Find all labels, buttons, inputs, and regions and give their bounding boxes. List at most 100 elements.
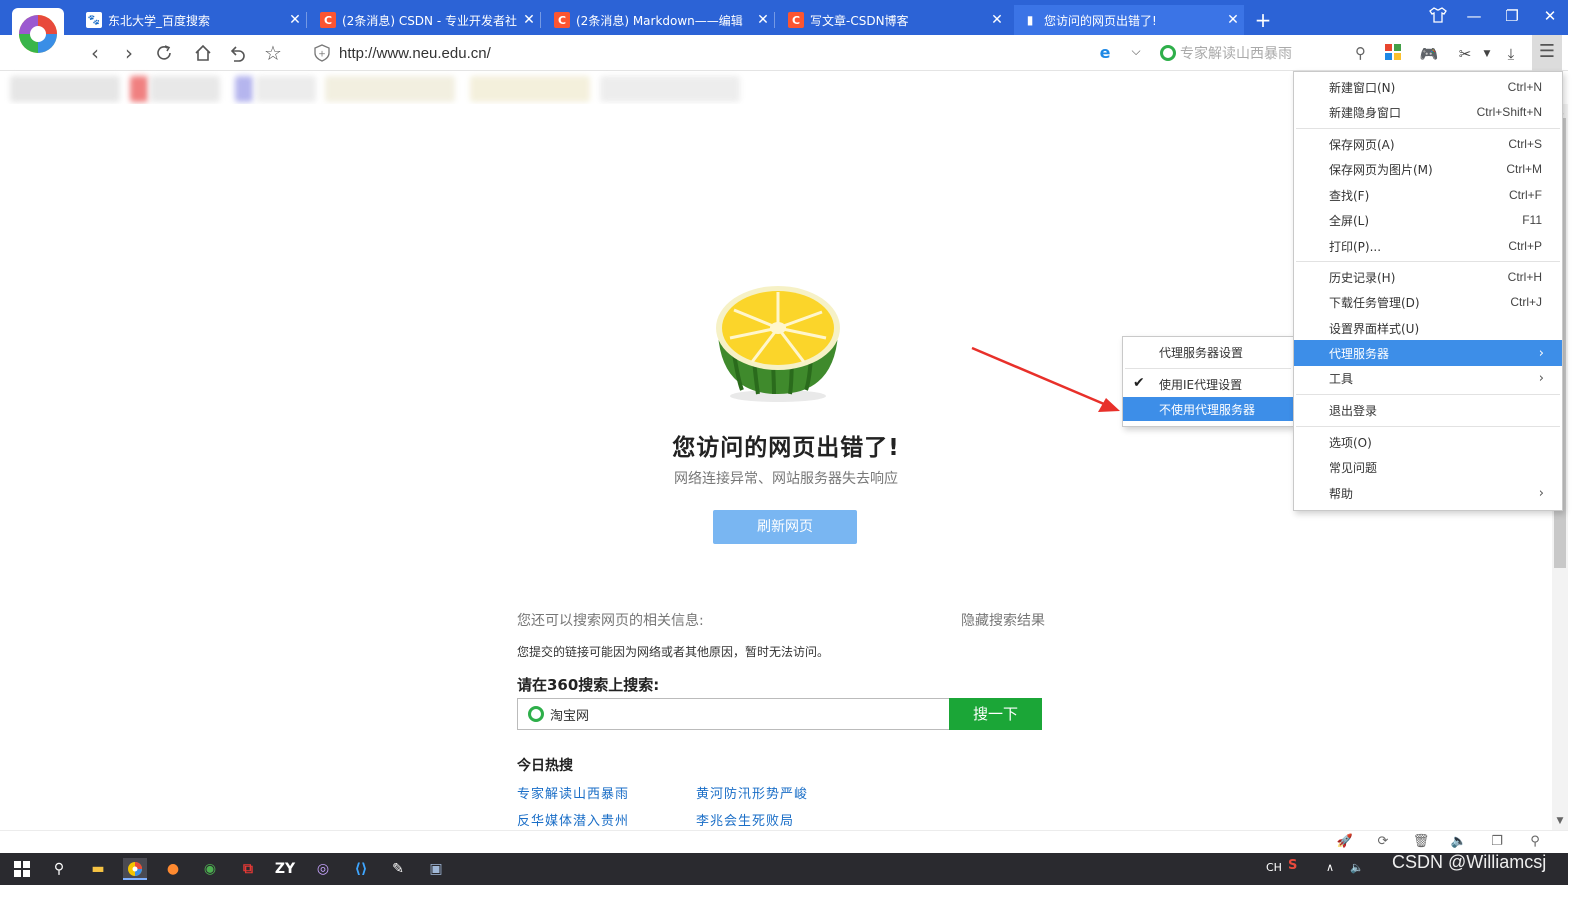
close-window-icon[interactable]: ✕	[1538, 7, 1562, 25]
menu-item-print[interactable]: 打印(P)... Ctrl+P	[1294, 233, 1562, 259]
menu-item-options[interactable]: 选项(O)	[1294, 429, 1562, 455]
search-icon[interactable]: ⚲	[47, 858, 71, 880]
scissors-icon[interactable]: ✂	[1454, 43, 1476, 65]
reload-icon[interactable]	[151, 41, 177, 65]
sogou-ime-icon[interactable]: S	[1288, 858, 1297, 873]
menu-item-new-incognito[interactable]: 新建隐身窗口 Ctrl+Shift+N	[1294, 99, 1562, 125]
windows-start-icon[interactable]	[10, 858, 34, 880]
bookmark-blurred[interactable]	[150, 76, 220, 102]
search-icon[interactable]: ⚲	[1355, 44, 1366, 62]
file-explorer-icon[interactable]: ▬	[86, 858, 110, 880]
restore-icon[interactable]: ❐	[1500, 7, 1524, 25]
forward-icon[interactable]: ›	[116, 41, 142, 65]
menu-item-downloads[interactable]: 下载任务管理(D) Ctrl+J	[1294, 289, 1562, 315]
main-menu-button[interactable]: ☰	[1532, 35, 1562, 71]
refresh-page-button[interactable]: 刷新网页	[713, 510, 857, 544]
tray-expand-icon[interactable]: ∧	[1326, 861, 1334, 874]
apps-grid-icon[interactable]	[1382, 43, 1404, 65]
search-360-value[interactable]: 淘宝网	[550, 705, 589, 724]
rocket-icon[interactable]: 🚀	[1335, 834, 1355, 852]
ie-mode-icon[interactable]: e	[1096, 44, 1114, 62]
zy-app-icon[interactable]: ZY	[273, 858, 297, 880]
menu-item-no-proxy[interactable]: 不使用代理服务器	[1123, 397, 1293, 421]
favorite-star-icon[interactable]: ☆	[260, 41, 286, 65]
undo-close-icon[interactable]	[225, 41, 251, 65]
bookmark-blurred[interactable]	[600, 76, 740, 102]
home-icon[interactable]	[190, 41, 216, 65]
trash-icon[interactable]: 🗑	[1411, 834, 1431, 852]
tab-error-page[interactable]: ▮ 您访问的网页出错了! ✕	[1014, 5, 1244, 35]
vscode-icon[interactable]: ⟨⟩	[349, 858, 373, 880]
hot-search-link[interactable]: 李兆会生死败局	[696, 810, 794, 829]
menu-item-use-ie-proxy[interactable]: ✔ 使用IE代理设置	[1123, 372, 1293, 396]
bookmark-blurred[interactable]	[325, 76, 455, 102]
search-360-input[interactable]: 淘宝网	[517, 698, 950, 730]
tab-title: 您访问的网页出错了!	[1044, 13, 1157, 28]
menu-item-proxy-settings[interactable]: 代理服务器设置	[1123, 340, 1293, 364]
minimize-icon[interactable]: —	[1462, 7, 1486, 25]
so-search-logo-icon	[1160, 45, 1176, 61]
menu-item-new-window[interactable]: 新建窗口(N) Ctrl+N	[1294, 74, 1562, 100]
address-bar[interactable]: + http://www.neu.edu.cn/	[305, 40, 1085, 66]
download-icon[interactable]: ⤓	[1500, 43, 1522, 65]
bookmark-blurred[interactable]	[10, 76, 120, 102]
tab-close-icon[interactable]: ✕	[284, 12, 306, 28]
search-input[interactable]: 专家解读山西暴雨 ⚲	[1160, 41, 1370, 65]
tab-title: (2条消息) Markdown——编辑	[576, 13, 743, 28]
firefox-icon[interactable]: ●	[161, 858, 185, 880]
browser-360-icon[interactable]	[123, 858, 147, 880]
url-text[interactable]: http://www.neu.edu.cn/	[339, 45, 491, 62]
shield-icon: +	[314, 44, 330, 62]
browser-statusbar: 🚀 ⟳ 🗑 🔈 ❐ ⚲	[0, 830, 1568, 853]
hot-search-link[interactable]: 专家解读山西暴雨	[517, 783, 629, 802]
back-icon[interactable]: ‹	[82, 41, 108, 65]
chrome-icon[interactable]: ◉	[198, 858, 222, 880]
menu-item-find[interactable]: 查找(F) Ctrl+F	[1294, 182, 1562, 208]
menu-item-tools[interactable]: 工具 ›	[1294, 365, 1562, 391]
search-360-button[interactable]: 搜一下	[949, 698, 1042, 730]
tab-baidu-search[interactable]: 🐾 东北大学_百度搜索 ✕	[78, 5, 306, 35]
menu-item-save-page[interactable]: 保存网页(A) Ctrl+S	[1294, 131, 1562, 157]
hot-search-link[interactable]: 黄河防汛形势严峻	[696, 783, 808, 802]
skin-icon[interactable]	[1426, 7, 1450, 27]
sound-icon[interactable]: 🔈	[1449, 834, 1469, 852]
notepad-icon[interactable]: ✎	[386, 858, 410, 880]
menu-item-proxy-server[interactable]: 代理服务器 ›	[1294, 340, 1562, 366]
tab-close-icon[interactable]: ✕	[518, 12, 540, 28]
menu-item-save-as-image[interactable]: 保存网页为图片(M) Ctrl+M	[1294, 156, 1562, 182]
menu-item-ui-style[interactable]: 设置界面样式(U)	[1294, 315, 1562, 341]
hide-results-link[interactable]: 隐藏搜索结果	[961, 610, 1045, 630]
bookmark-blurred[interactable]	[256, 76, 316, 102]
bookmark-blurred[interactable]	[130, 76, 148, 102]
hot-search-link[interactable]: 反华媒体潜入贵州	[517, 810, 629, 829]
tab-csdn-markdown[interactable]: C (2条消息) Markdown——编辑 ✕	[546, 5, 774, 35]
scissors-dropdown-icon[interactable]: ▼	[1476, 43, 1498, 65]
input-language[interactable]: CH	[1266, 861, 1282, 874]
volume-icon[interactable]: 🔈	[1350, 861, 1364, 874]
tab-separator	[306, 12, 307, 28]
accelerate-icon[interactable]: ⟳	[1373, 834, 1393, 852]
proxy-submenu: 代理服务器设置 ✔ 使用IE代理设置 不使用代理服务器	[1122, 336, 1294, 427]
new-tab-button[interactable]: +	[1253, 8, 1273, 32]
menu-item-fullscreen[interactable]: 全屏(L) F11	[1294, 207, 1562, 233]
menu-item-help[interactable]: 帮助 ›	[1294, 480, 1562, 506]
tab-close-icon[interactable]: ✕	[1222, 12, 1244, 28]
tab-csdn-home[interactable]: C (2条消息) CSDN - 专业开发者社 ✕	[312, 5, 540, 35]
github-icon[interactable]: ◎	[311, 858, 335, 880]
scroll-down-icon[interactable]: ▼	[1552, 816, 1568, 826]
menu-item-logout[interactable]: 退出登录	[1294, 397, 1562, 423]
tab-csdn-write[interactable]: C 写文章-CSDN博客 ✕	[780, 5, 1008, 35]
bookmark-blurred[interactable]	[470, 76, 590, 102]
game-controller-icon[interactable]: 🎮	[1418, 43, 1440, 65]
acrobat-icon[interactable]: ⧉	[236, 858, 260, 880]
menu-item-history[interactable]: 历史记录(H) Ctrl+H	[1294, 264, 1562, 290]
bookmark-blurred[interactable]	[235, 76, 253, 102]
chevron-down-icon[interactable]: ⌵	[1128, 44, 1144, 59]
main-dropdown-menu: 新建窗口(N) Ctrl+N 新建隐身窗口 Ctrl+Shift+N 保存网页(…	[1293, 71, 1563, 511]
window-icon[interactable]: ❐	[1487, 834, 1507, 852]
menu-item-faq[interactable]: 常见问题	[1294, 454, 1562, 480]
tab-close-icon[interactable]: ✕	[986, 12, 1008, 28]
app-window-icon[interactable]: ▣	[424, 858, 448, 880]
zoom-icon[interactable]: ⚲	[1525, 834, 1545, 852]
tab-close-icon[interactable]: ✕	[752, 12, 774, 28]
